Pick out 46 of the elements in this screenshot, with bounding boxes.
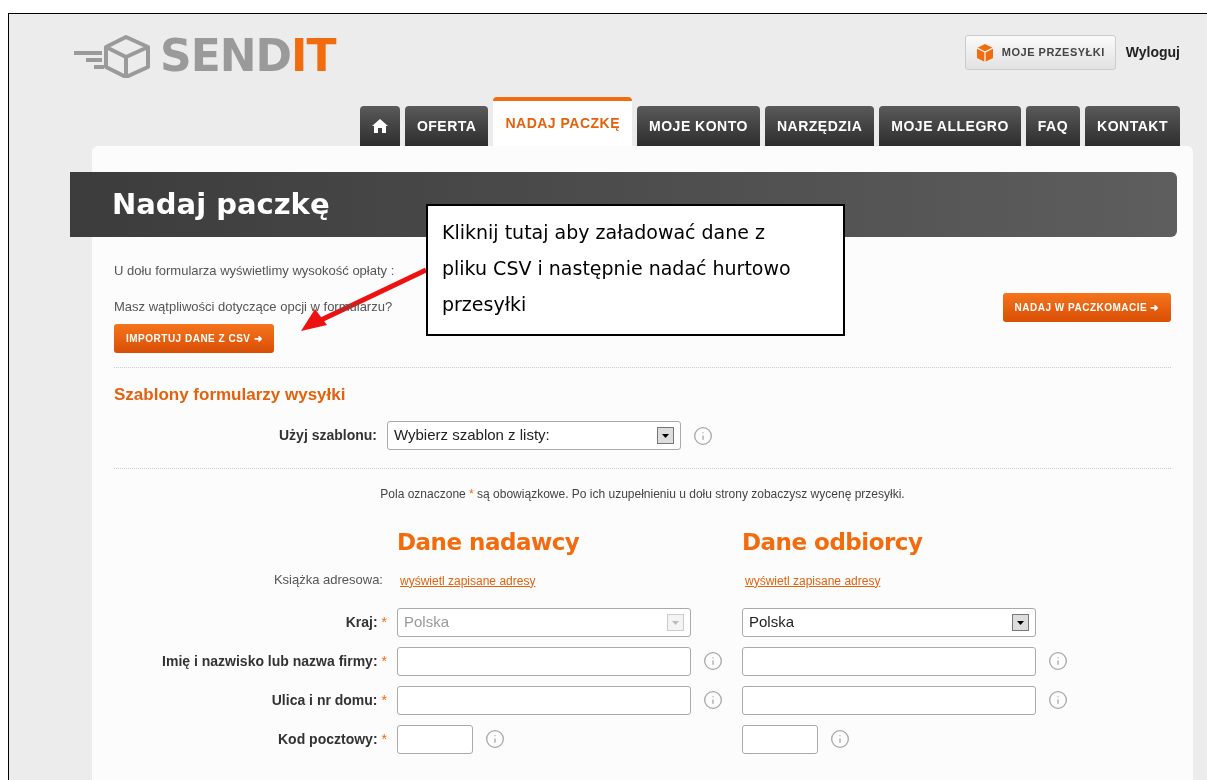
column-heading: Dane nadawcy bbox=[397, 528, 581, 557]
field-label: Kod pocztowy: bbox=[278, 729, 378, 749]
box-icon bbox=[975, 42, 994, 63]
field-label: Imię i nazwisko lub nazwa firmy: bbox=[162, 651, 378, 671]
text-field[interactable] bbox=[742, 724, 818, 754]
callout-box: Kliknij tutaj aby załadować dane z pliku CSV i następnie nadać hurtowo przesyłki bbox=[426, 204, 845, 336]
info-icon[interactable] bbox=[1048, 690, 1068, 710]
nav-tab[interactable]: MOJE KONTO bbox=[637, 106, 760, 146]
my-parcels-button[interactable]: MOJE PRZESYŁKI bbox=[964, 35, 1116, 70]
text-field[interactable] bbox=[397, 646, 691, 676]
info-icon[interactable] bbox=[1048, 651, 1068, 671]
column-heading: Dane odbiorcy bbox=[742, 528, 924, 557]
select-field[interactable]: Polska bbox=[742, 607, 1036, 637]
nav-tab[interactable]: KONTAKT bbox=[1085, 106, 1180, 146]
required-mark: * bbox=[381, 690, 387, 710]
logout-link[interactable]: Wyloguj bbox=[1125, 42, 1180, 63]
required-mark: * bbox=[381, 651, 387, 671]
home-icon bbox=[371, 119, 388, 133]
info-icon[interactable] bbox=[693, 425, 713, 446]
nav-tab[interactable]: NADAJ PACZKĘ bbox=[493, 97, 633, 146]
info-icon[interactable] bbox=[703, 651, 723, 671]
home-tab[interactable] bbox=[359, 106, 400, 146]
field-label: Książka adresowa: bbox=[272, 570, 384, 589]
text-field[interactable] bbox=[742, 685, 1036, 715]
field-label: Kraj: bbox=[345, 612, 378, 632]
required-mark: * bbox=[381, 729, 387, 749]
page-title: Nadaj paczkę bbox=[112, 185, 330, 223]
text-field[interactable] bbox=[397, 724, 473, 754]
text-field[interactable] bbox=[397, 685, 691, 715]
nav-tab[interactable]: OFERTA bbox=[404, 106, 489, 146]
saved-addresses-link[interactable]: wyświetl zapisane adresy bbox=[745, 573, 881, 588]
text-field[interactable] bbox=[742, 646, 1036, 676]
info-icon[interactable] bbox=[703, 690, 723, 710]
nav-tab[interactable]: FAQ bbox=[1025, 106, 1081, 146]
nav-tab[interactable]: MOJE ALLEGRO bbox=[879, 106, 1021, 146]
intro-text: U dołu formularza wyświetlimy wysokość opłaty : bbox=[114, 262, 395, 280]
info-icon[interactable] bbox=[830, 729, 850, 749]
info-icon[interactable] bbox=[485, 729, 505, 749]
select-field[interactable]: Wybierz szablon z listy: bbox=[387, 421, 681, 450]
field-label: Ulica i nr domu: bbox=[271, 690, 378, 710]
field-label: Użyj szablonu: bbox=[278, 426, 378, 445]
required-mark: * bbox=[381, 612, 387, 632]
required-fields-note: Pola oznaczone * są obowiązkowe. Po ich uzupełnieniu u dołu strony zobaczysz wycenę przesyłki. bbox=[379, 486, 906, 503]
nav-tab[interactable]: NARZĘDZIA bbox=[764, 106, 875, 146]
section-heading: Szablony formularzy wysyłki bbox=[114, 383, 347, 406]
saved-addresses-link[interactable]: wyświetl zapisane adresy bbox=[400, 573, 536, 588]
